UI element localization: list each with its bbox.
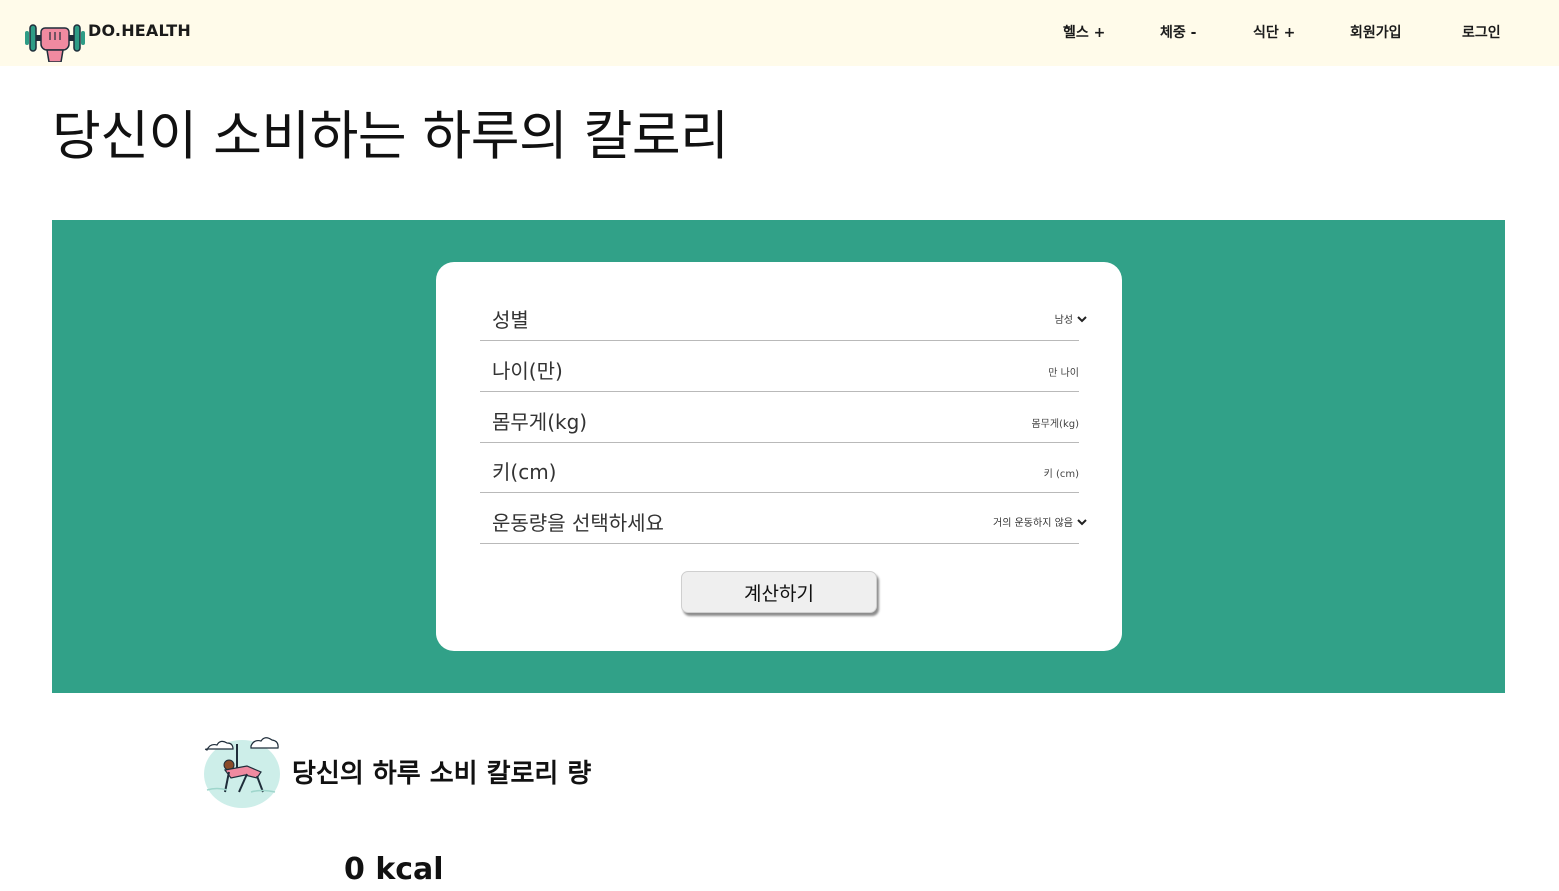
height-input[interactable]: 키 (cm) xyxy=(1044,465,1079,480)
height-label: 키(cm) xyxy=(492,460,557,484)
calculate-button[interactable]: 계산하기 xyxy=(681,571,877,613)
chevron-down-icon[interactable] xyxy=(1077,315,1087,323)
activity-selected-value[interactable]: 거의 운동하지 않음 xyxy=(993,514,1073,529)
weight-input[interactable]: 몸무게(kg) xyxy=(1031,415,1079,430)
gender-select[interactable]: 남성 xyxy=(1055,311,1087,326)
page-title: 당신이 소비하는 하루의 칼로리 xyxy=(52,106,729,167)
nav-item-health[interactable]: 헬스 + xyxy=(1063,22,1105,42)
age-row: 나이(만) 만 나이 xyxy=(480,342,1079,392)
navbar: DO.HEALTH 헬스 + 체중 - 식단 + 회원가입 로그인 xyxy=(0,0,1559,66)
activity-label: 운동량을 선택하세요 xyxy=(492,511,664,535)
dumbbell-fist-icon[interactable] xyxy=(24,14,86,62)
yoga-woman-icon xyxy=(204,737,280,808)
result-title: 당신의 하루 소비 칼로리 량 xyxy=(292,759,592,789)
activity-select[interactable]: 거의 운동하지 않음 xyxy=(993,514,1087,529)
activity-row: 운동량을 선택하세요 거의 운동하지 않음 xyxy=(480,494,1087,544)
age-input[interactable]: 만 나이 xyxy=(1048,364,1079,379)
height-row: 키(cm) 키 (cm) xyxy=(480,443,1079,493)
gender-row: 성별 남성 xyxy=(480,291,1087,341)
calorie-result-value: 0 kcal xyxy=(344,852,444,887)
chevron-down-icon[interactable] xyxy=(1077,518,1087,526)
brand-name[interactable]: DO.HEALTH xyxy=(88,21,191,40)
calorie-form: 성별 남성 나이(만) 만 나이 몸무게(kg) 몸무게(kg) 키(cm) 키… xyxy=(436,262,1122,651)
gender-selected-value[interactable]: 남성 xyxy=(1055,311,1073,326)
nav-item-weight[interactable]: 체중 - xyxy=(1160,22,1196,42)
weight-label: 몸무게(kg) xyxy=(492,410,588,434)
gender-label: 성별 xyxy=(492,308,529,332)
nav-item-login[interactable]: 로그인 xyxy=(1462,22,1501,42)
age-label: 나이(만) xyxy=(492,359,563,383)
weight-row: 몸무게(kg) 몸무게(kg) xyxy=(480,393,1079,443)
nav-item-signup[interactable]: 회원가입 xyxy=(1350,22,1402,42)
nav-item-diet[interactable]: 식단 + xyxy=(1253,22,1295,42)
